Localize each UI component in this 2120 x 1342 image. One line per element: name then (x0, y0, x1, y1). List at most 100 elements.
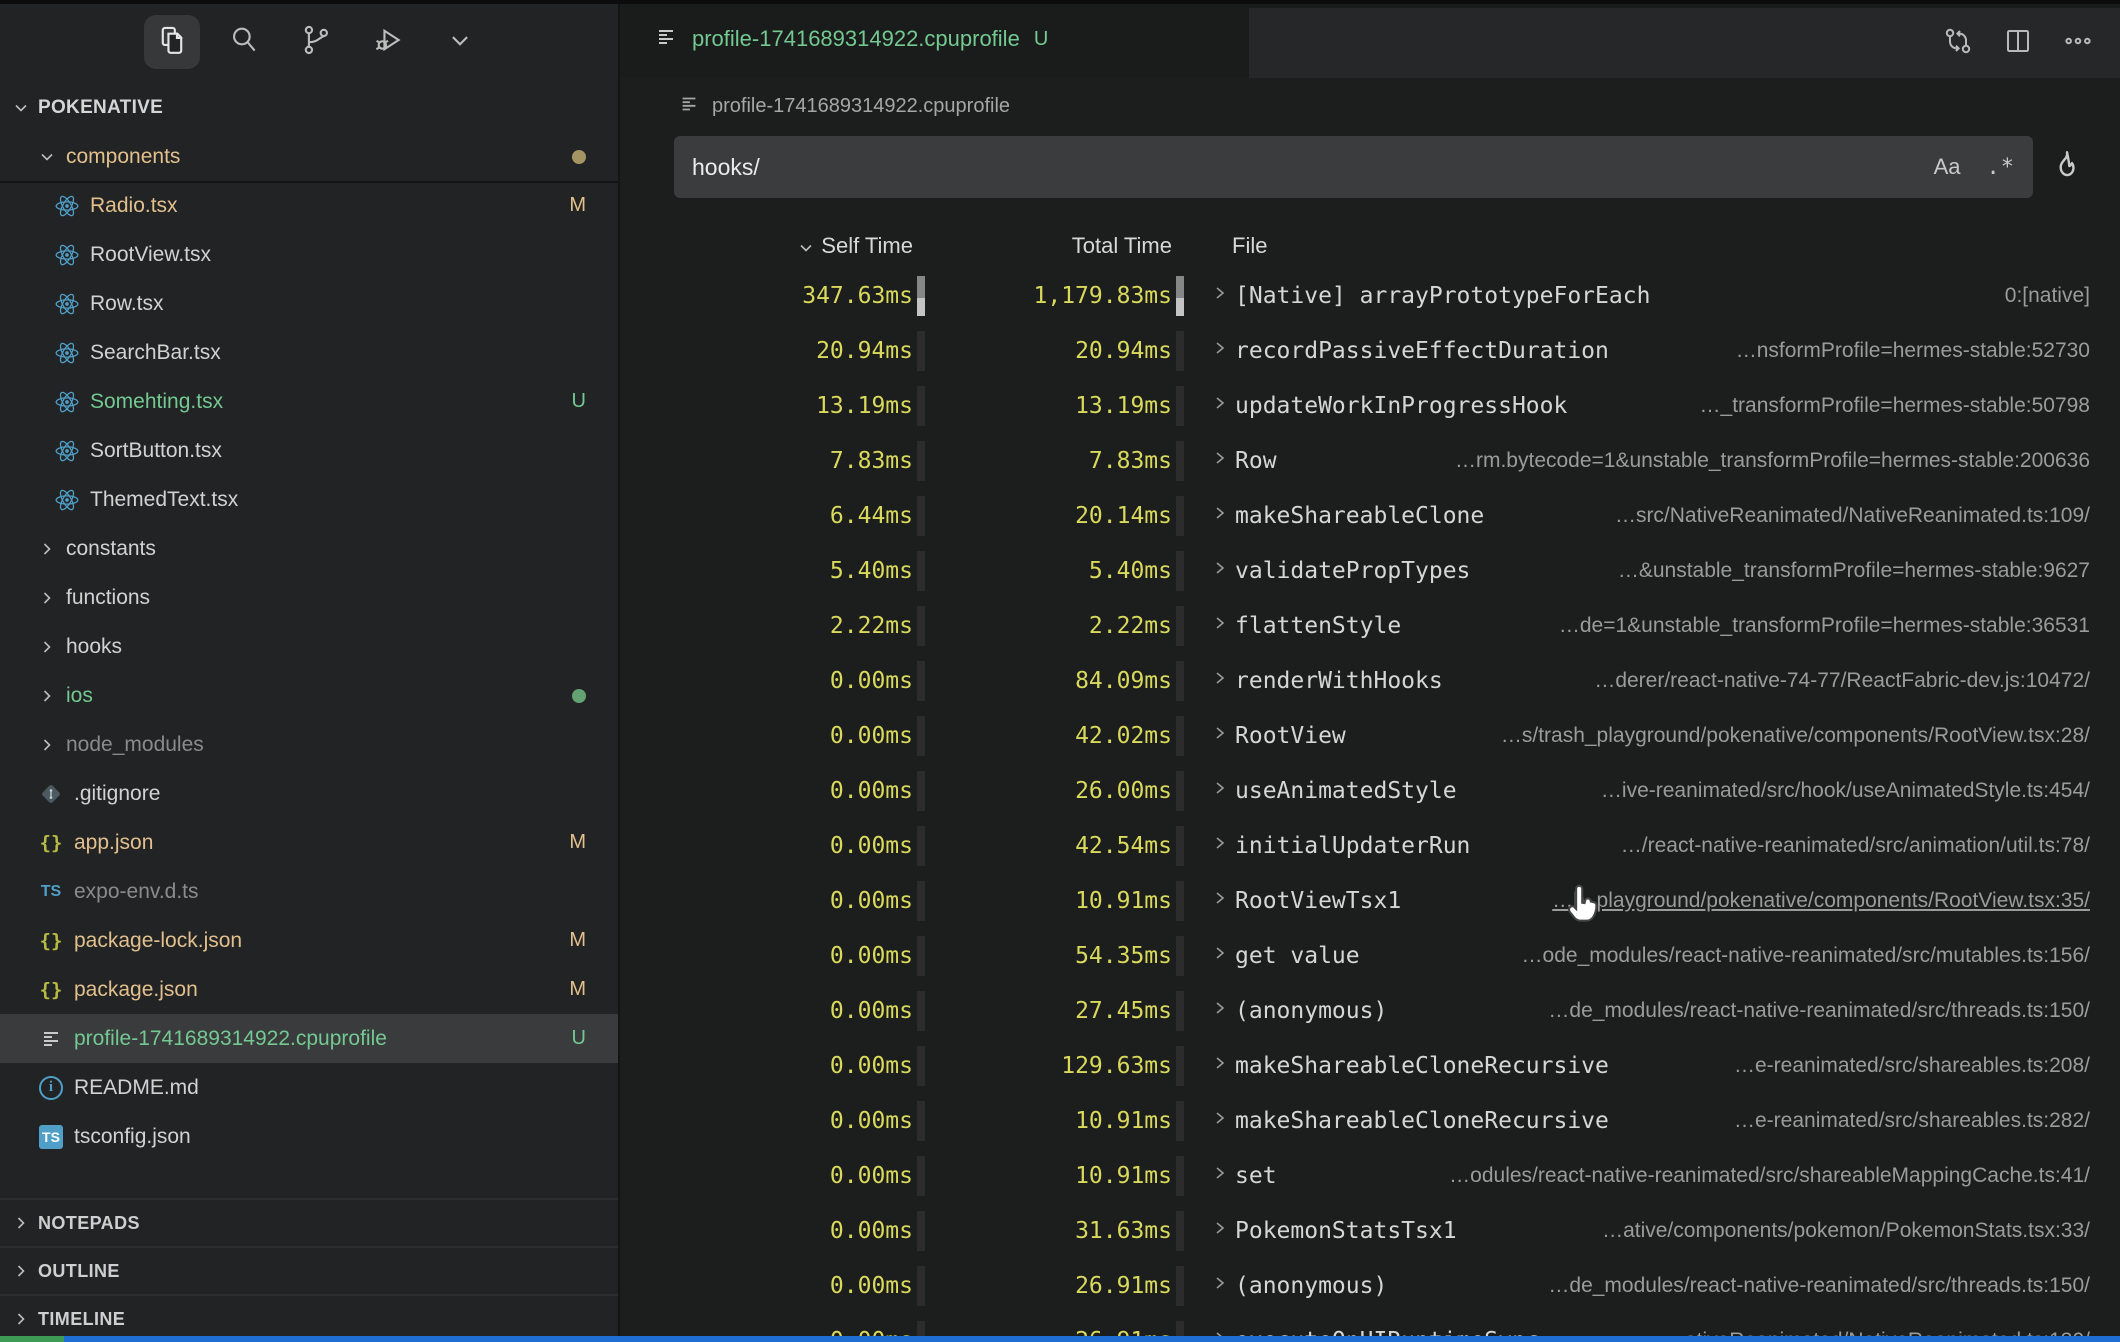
profile-table-row[interactable]: 0.00ms10.91msmakeShareableCloneRecursive… (620, 1093, 2120, 1148)
breadcrumb[interactable]: profile-1741689314922.cpuprofile (620, 78, 2120, 134)
profile-table-row[interactable]: 0.00ms26.00msuseAnimatedStyle…ive-reanim… (620, 763, 2120, 818)
file-location-link[interactable]: …_transformProfile=hermes-stable:50798 (1567, 394, 2120, 418)
file-location-link[interactable]: …/react-native-reanimated/src/animation/… (1470, 834, 2120, 858)
file-location-link[interactable]: …s/trash_playground/pokenative/component… (1346, 724, 2120, 748)
split-editor-button[interactable] (2002, 25, 2034, 62)
expand-chevron-icon[interactable] (1211, 339, 1231, 362)
file-location-link[interactable]: …de=1&unstable_transformProfile=hermes-s… (1401, 614, 2120, 638)
expand-chevron-icon[interactable] (1211, 779, 1231, 802)
file-location-link[interactable]: …e-reanimated/src/shareables.ts:208/ (1609, 1054, 2120, 1078)
show-flame-graph-button[interactable] (2049, 147, 2085, 188)
open-changes-button[interactable] (1942, 25, 1974, 62)
expand-chevron-icon[interactable] (1211, 284, 1231, 307)
expand-chevron-icon[interactable] (1211, 1274, 1231, 1297)
expand-chevron-icon[interactable] (1211, 1164, 1231, 1187)
explorer-item-hooks[interactable]: hooks (0, 622, 618, 671)
explorer-item-readme.md[interactable]: iREADME.md (0, 1063, 618, 1112)
expand-chevron-icon[interactable] (1211, 834, 1231, 857)
expand-chevron-icon[interactable] (1211, 1219, 1231, 1242)
debug-view-button[interactable] (360, 15, 416, 69)
explorer-item-app.json[interactable]: {}app.jsonM (0, 818, 618, 867)
file-location-link[interactable]: …e-reanimated/src/shareables.ts:282/ (1609, 1109, 2120, 1133)
file-location-link[interactable]: …nsformProfile=hermes-stable:52730 (1609, 339, 2120, 363)
expand-chevron-icon[interactable] (1211, 614, 1231, 637)
file-location-link[interactable]: …derer/react-native-74-77/ReactFabric-de… (1443, 669, 2120, 693)
expand-chevron-icon[interactable] (1211, 1054, 1231, 1077)
panel-outline[interactable]: OUTLINE (0, 1246, 618, 1294)
match-case-toggle[interactable]: Aa (1934, 154, 1961, 180)
expand-chevron-icon[interactable] (1211, 449, 1231, 472)
profile-table-row[interactable]: 0.00ms27.45ms(anonymous)…de_modules/reac… (620, 983, 2120, 1038)
explorer-item-themedtext.tsx[interactable]: ThemedText.tsx (0, 475, 618, 524)
file-location-link[interactable]: …ive-reanimated/src/hook/useAnimatedStyl… (1457, 779, 2120, 803)
file-location-link[interactable]: …ode_modules/react-native-reanimated/src… (1360, 944, 2120, 968)
file-location-link[interactable]: 0:[native] (1650, 284, 2120, 308)
profile-table-row[interactable]: 0.00ms129.63msmakeShareableCloneRecursiv… (620, 1038, 2120, 1093)
file-location-link[interactable]: …ative/components/pokemon/PokemonStats.t… (1457, 1219, 2120, 1243)
file-location-link[interactable]: …src/NativeReanimated/NativeReanimated.t… (1484, 504, 2120, 528)
more-views-button[interactable] (432, 15, 488, 69)
explorer-item-expo-env.d.ts[interactable]: TSexpo-env.d.ts (0, 867, 618, 916)
tab-cpuprofile[interactable]: profile-1741689314922.cpuprofile U (620, 0, 1249, 78)
profile-table-row[interactable]: 0.00ms26.91ms(anonymous)…de_modules/reac… (620, 1258, 2120, 1313)
expand-chevron-icon[interactable] (1211, 724, 1231, 747)
profile-table-row[interactable]: 0.00ms42.02msRootView…s/trash_playground… (620, 708, 2120, 763)
explorer-item-sortbutton.tsx[interactable]: SortButton.tsx (0, 426, 618, 475)
explorer-item-searchbar.tsx[interactable]: SearchBar.tsx (0, 328, 618, 377)
profile-table-row[interactable]: 347.63ms1,179.83ms[Native] arrayPrototyp… (620, 268, 2120, 323)
explorer-item-package.json[interactable]: {}package.jsonM (0, 965, 618, 1014)
explorer-item-profile-1741689314922.cpuprofile[interactable]: profile-1741689314922.cpuprofileU (0, 1014, 618, 1063)
panel-timeline[interactable]: TIMELINE (0, 1294, 618, 1342)
profile-table-row[interactable]: 0.00ms84.09msrenderWithHooks…derer/react… (620, 653, 2120, 708)
explorer-item-tsconfig.json[interactable]: TStsconfig.json (0, 1112, 618, 1161)
file-location-link[interactable]: …h_playground/pokenative/components/Root… (1401, 889, 2120, 913)
column-file[interactable]: File (1232, 233, 1267, 259)
expand-chevron-icon[interactable] (1211, 559, 1231, 582)
profile-table-row[interactable]: 0.00ms31.63msPokemonStatsTsx1…ative/comp… (620, 1203, 2120, 1258)
filter-input[interactable] (692, 154, 1908, 181)
profile-table-row[interactable]: 0.00ms10.91msRootViewTsx1…h_playground/p… (620, 873, 2120, 928)
expand-chevron-icon[interactable] (1211, 504, 1231, 527)
profile-table-row[interactable]: 0.00ms42.54msinitialUpdaterRun…/react-na… (620, 818, 2120, 873)
column-total-time[interactable]: Total Time (927, 233, 1172, 259)
expand-chevron-icon[interactable] (1211, 1109, 1231, 1132)
profile-table-row[interactable]: 2.22ms2.22msflattenStyle…de=1&unstable_t… (620, 598, 2120, 653)
explorer-item-package-lock.json[interactable]: {}package-lock.jsonM (0, 916, 618, 965)
profile-table-row[interactable]: 5.40ms5.40msvalidatePropTypes…&unstable_… (620, 543, 2120, 598)
column-self-time[interactable]: Self Time (620, 233, 913, 259)
explorer-item-ios[interactable]: ios (0, 671, 618, 720)
expand-chevron-icon[interactable] (1211, 999, 1231, 1022)
self-time-gauge (917, 606, 925, 646)
profile-table-row[interactable]: 6.44ms20.14msmakeShareableClone…src/Nati… (620, 488, 2120, 543)
file-location-link[interactable]: …odules/react-native-reanimated/src/shar… (1277, 1164, 2120, 1188)
explorer-root[interactable]: POKENATIVE (0, 84, 618, 132)
profile-table-row[interactable]: 13.19ms13.19msupdateWorkInProgressHook…_… (620, 378, 2120, 433)
regex-toggle[interactable]: .* (1987, 155, 2016, 180)
file-location-link[interactable]: …de_modules/react-native-reanimated/src/… (1387, 999, 2120, 1023)
search-view-button[interactable] (216, 15, 272, 69)
explorer-item-rootview.tsx[interactable]: RootView.tsx (0, 230, 618, 279)
expand-chevron-icon[interactable] (1211, 889, 1231, 912)
expand-chevron-icon[interactable] (1211, 944, 1231, 967)
explorer-item-row.tsx[interactable]: Row.tsx (0, 279, 618, 328)
explorer-item-radio.tsx[interactable]: Radio.tsxM (0, 181, 618, 230)
profile-table-row[interactable]: 20.94ms20.94msrecordPassiveEffectDuratio… (620, 323, 2120, 378)
profile-table-row[interactable]: 7.83ms7.83msRow…rm.bytecode=1&unstable_t… (620, 433, 2120, 488)
more-actions-button[interactable] (2062, 25, 2094, 62)
expand-chevron-icon[interactable] (1211, 394, 1231, 417)
source-control-view-button[interactable] (288, 15, 344, 69)
explorer-item-constants[interactable]: constants (0, 524, 618, 573)
profile-table-row[interactable]: 0.00ms10.91msset…odules/react-native-rea… (620, 1148, 2120, 1203)
file-location-link[interactable]: …rm.bytecode=1&unstable_transformProfile… (1277, 449, 2120, 473)
explorer-item-.gitignore[interactable]: .gitignore (0, 769, 618, 818)
explorer-item-somehting.tsx[interactable]: Somehting.tsxU (0, 377, 618, 426)
explorer-view-button[interactable] (144, 15, 200, 69)
explorer-item-node-modules[interactable]: node_modules (0, 720, 618, 769)
panel-notepads[interactable]: NOTEPADS (0, 1198, 618, 1246)
file-location-link[interactable]: …de_modules/react-native-reanimated/src/… (1387, 1274, 2120, 1298)
expand-chevron-icon[interactable] (1211, 669, 1231, 692)
explorer-item-functions[interactable]: functions (0, 573, 618, 622)
profile-table-row[interactable]: 0.00ms54.35msget value…ode_modules/react… (620, 928, 2120, 983)
explorer-item-components[interactable]: components (0, 132, 618, 181)
file-location-link[interactable]: …&unstable_transformProfile=hermes-stabl… (1470, 559, 2120, 583)
